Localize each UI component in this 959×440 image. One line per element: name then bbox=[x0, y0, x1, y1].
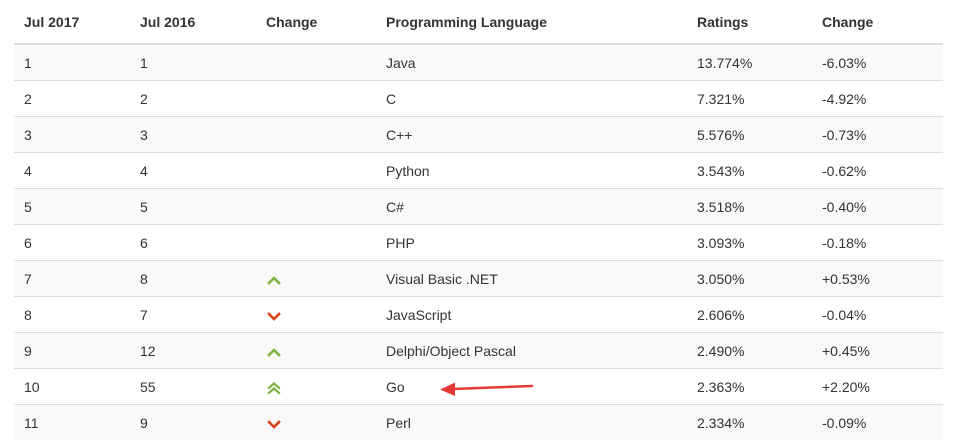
header-jul-2016: Jul 2016 bbox=[130, 0, 256, 44]
rankings-table-container: Jul 2017 Jul 2016 Change Programming Lan… bbox=[14, 0, 943, 440]
cell-jul-2017: 11 bbox=[14, 405, 130, 440]
cell-change-percent: -0.09% bbox=[812, 405, 943, 440]
cell-change-indicator bbox=[256, 369, 376, 405]
table-row: 44 Python3.543%-0.62% bbox=[14, 153, 943, 189]
cell-change-indicator bbox=[256, 333, 376, 369]
table-row: 912 Delphi/Object Pascal2.490%+0.45% bbox=[14, 333, 943, 369]
chevron-up-icon bbox=[267, 273, 281, 287]
cell-ratings: 3.543% bbox=[687, 153, 812, 189]
cell-programming-language: C++ bbox=[376, 117, 687, 153]
cell-jul-2017: 10 bbox=[14, 369, 130, 405]
cell-ratings: 3.050% bbox=[687, 261, 812, 297]
programming-language-rankings-table: Jul 2017 Jul 2016 Change Programming Lan… bbox=[14, 0, 943, 440]
cell-jul-2016: 55 bbox=[130, 369, 256, 405]
cell-change-indicator bbox=[256, 261, 376, 297]
cell-ratings: 7.321% bbox=[687, 81, 812, 117]
table-row: 78 Visual Basic .NET3.050%+0.53% bbox=[14, 261, 943, 297]
cell-change-percent: +0.45% bbox=[812, 333, 943, 369]
cell-jul-2017: 3 bbox=[14, 117, 130, 153]
cell-jul-2017: 1 bbox=[14, 44, 130, 81]
cell-programming-language: Java bbox=[376, 44, 687, 81]
cell-ratings: 3.093% bbox=[687, 225, 812, 261]
cell-change-percent: -0.04% bbox=[812, 297, 943, 333]
header-row: Jul 2017 Jul 2016 Change Programming Lan… bbox=[14, 0, 943, 44]
cell-change-indicator bbox=[256, 297, 376, 333]
cell-change-indicator bbox=[256, 405, 376, 440]
table-row: 22 C7.321%-4.92% bbox=[14, 81, 943, 117]
cell-change-indicator bbox=[256, 117, 376, 153]
cell-jul-2016: 12 bbox=[130, 333, 256, 369]
cell-ratings: 2.334% bbox=[687, 405, 812, 440]
cell-ratings: 2.363% bbox=[687, 369, 812, 405]
chevron-down-icon bbox=[267, 417, 281, 431]
cell-jul-2016: 3 bbox=[130, 117, 256, 153]
table-row: 33 C++5.576%-0.73% bbox=[14, 117, 943, 153]
table-header: Jul 2017 Jul 2016 Change Programming Lan… bbox=[14, 0, 943, 44]
cell-jul-2016: 1 bbox=[130, 44, 256, 81]
cell-jul-2016: 7 bbox=[130, 297, 256, 333]
header-jul-2017: Jul 2017 bbox=[14, 0, 130, 44]
cell-jul-2017: 6 bbox=[14, 225, 130, 261]
cell-jul-2016: 6 bbox=[130, 225, 256, 261]
table-row: 11 Java13.774%-6.03% bbox=[14, 44, 943, 81]
cell-change-percent: -0.62% bbox=[812, 153, 943, 189]
cell-change-percent: +2.20% bbox=[812, 369, 943, 405]
cell-jul-2016: 4 bbox=[130, 153, 256, 189]
cell-change-indicator bbox=[256, 153, 376, 189]
cell-jul-2016: 9 bbox=[130, 405, 256, 440]
cell-change-indicator bbox=[256, 81, 376, 117]
cell-change-indicator bbox=[256, 189, 376, 225]
cell-change-percent: -0.40% bbox=[812, 189, 943, 225]
header-programming-language: Programming Language bbox=[376, 0, 687, 44]
cell-change-percent: -4.92% bbox=[812, 81, 943, 117]
cell-programming-language: Perl bbox=[376, 405, 687, 440]
cell-change-percent: -0.18% bbox=[812, 225, 943, 261]
cell-programming-language: Delphi/Object Pascal bbox=[376, 333, 687, 369]
cell-jul-2016: 2 bbox=[130, 81, 256, 117]
cell-change-indicator bbox=[256, 44, 376, 81]
cell-jul-2017: 2 bbox=[14, 81, 130, 117]
table-row: 66 PHP3.093%-0.18% bbox=[14, 225, 943, 261]
cell-ratings: 13.774% bbox=[687, 44, 812, 81]
cell-change-indicator bbox=[256, 225, 376, 261]
cell-programming-language: Python bbox=[376, 153, 687, 189]
table-row: 87 JavaScript2.606%-0.04% bbox=[14, 297, 943, 333]
cell-programming-language: PHP bbox=[376, 225, 687, 261]
header-change-indicator: Change bbox=[256, 0, 376, 44]
cell-jul-2017: 9 bbox=[14, 333, 130, 369]
cell-programming-language: C bbox=[376, 81, 687, 117]
cell-change-percent: -0.73% bbox=[812, 117, 943, 153]
cell-programming-language: Visual Basic .NET bbox=[376, 261, 687, 297]
chevron-up-icon bbox=[267, 345, 281, 359]
cell-jul-2017: 5 bbox=[14, 189, 130, 225]
cell-ratings: 2.490% bbox=[687, 333, 812, 369]
cell-jul-2017: 7 bbox=[14, 261, 130, 297]
cell-jul-2016: 8 bbox=[130, 261, 256, 297]
cell-change-percent: +0.53% bbox=[812, 261, 943, 297]
cell-programming-language: JavaScript bbox=[376, 297, 687, 333]
cell-ratings: 2.606% bbox=[687, 297, 812, 333]
table-row: 55 C#3.518%-0.40% bbox=[14, 189, 943, 225]
header-change-percent: Change bbox=[812, 0, 943, 44]
cell-programming-language: C# bbox=[376, 189, 687, 225]
cell-ratings: 5.576% bbox=[687, 117, 812, 153]
cell-change-percent: -6.03% bbox=[812, 44, 943, 81]
cell-jul-2017: 4 bbox=[14, 153, 130, 189]
table-row: 119 Perl2.334%-0.09% bbox=[14, 405, 943, 440]
cell-ratings: 3.518% bbox=[687, 189, 812, 225]
cell-jul-2017: 8 bbox=[14, 297, 130, 333]
cell-jul-2016: 5 bbox=[130, 189, 256, 225]
double-chevron-up-icon bbox=[267, 381, 281, 395]
annotation-arrow-icon bbox=[438, 376, 534, 398]
header-ratings: Ratings bbox=[687, 0, 812, 44]
chevron-down-icon bbox=[267, 309, 281, 323]
